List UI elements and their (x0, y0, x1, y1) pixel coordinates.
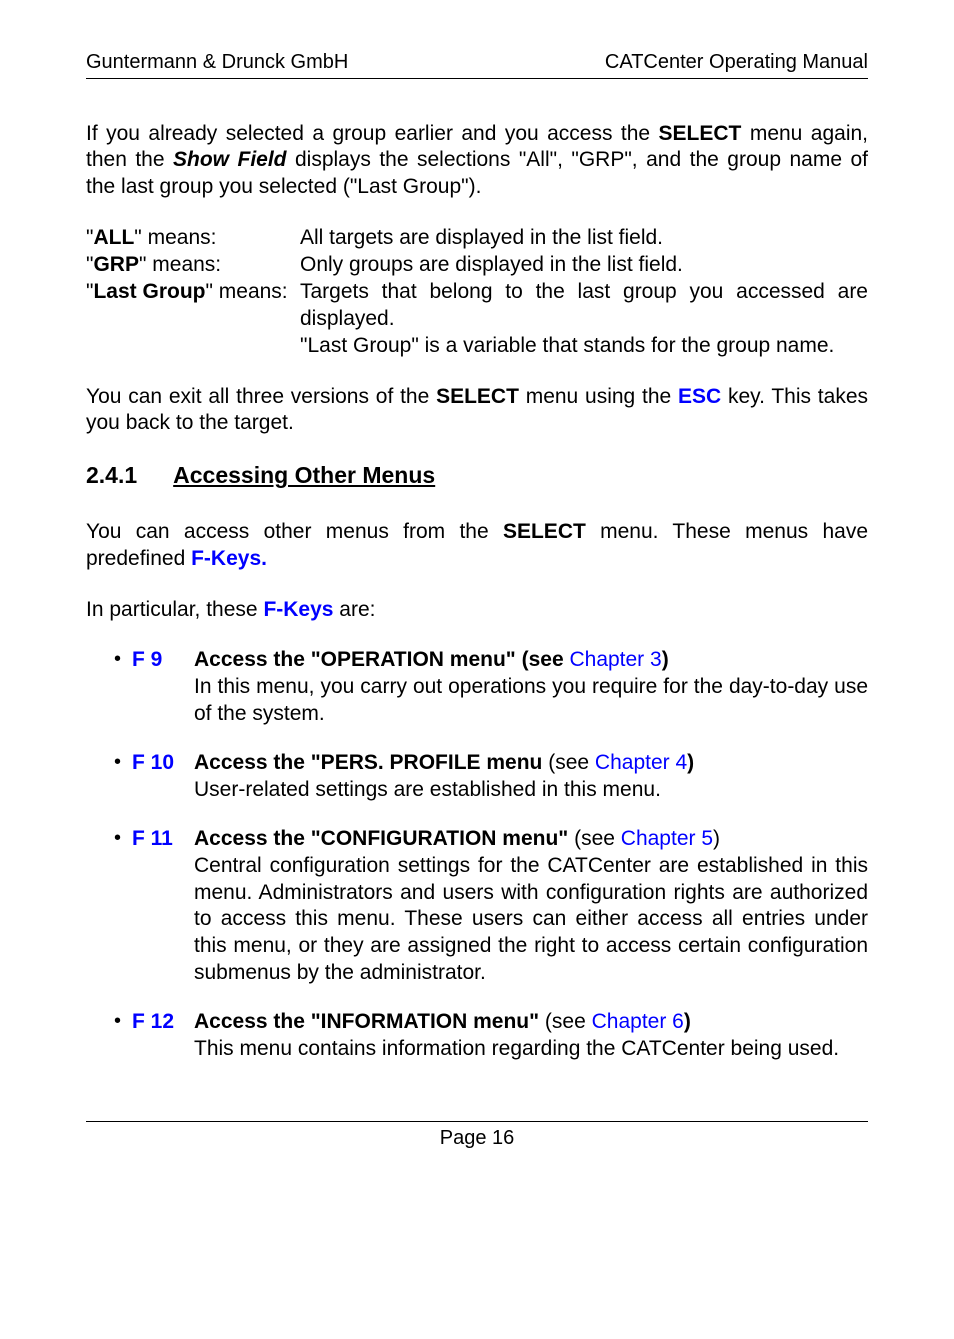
list-item-f10: • F 10 Access the "PERS. PROFILE menu (s… (86, 750, 868, 804)
fkey-label: F 9 (132, 647, 194, 674)
def-desc-all: All targets are displayed in the list fi… (300, 225, 868, 252)
list-item-f12: • F 12 Access the "INFORMATION menu" (se… (86, 1009, 868, 1063)
page-header: Guntermann & Drunck GmbH CATCenter Opera… (86, 50, 868, 79)
fkey-body: Access the "CONFIGURATION menu" (see Cha… (194, 826, 868, 987)
list-item-f9: • F 9 Access the "OPERATION menu" (see C… (86, 647, 868, 728)
page-footer: Page 16 (86, 1121, 868, 1152)
def-desc-last: Targets that belong to the last group yo… (300, 279, 868, 360)
bullet-icon: • (86, 826, 132, 852)
intro-paragraph: If you already selected a group earlier … (86, 121, 868, 202)
bullet-icon: • (86, 1009, 132, 1035)
exit-paragraph: You can exit all three versions of the S… (86, 384, 868, 438)
def-term-all: "ALL" means: (86, 225, 300, 252)
def-term-grp: "GRP" means: (86, 252, 300, 279)
list-item-f11: • F 11 Access the "CONFIGURATION menu" (… (86, 826, 868, 987)
fkey-body: Access the "INFORMATION menu" (see Chapt… (194, 1009, 868, 1063)
bullet-icon: • (86, 750, 132, 776)
definitions-block: "ALL" means: All targets are displayed i… (86, 225, 868, 359)
fkey-body: Access the "OPERATION menu" (see Chapter… (194, 647, 868, 728)
page-number: Page 16 (440, 1127, 515, 1149)
fkey-label: F 12 (132, 1009, 194, 1036)
def-row-all: "ALL" means: All targets are displayed i… (86, 225, 868, 252)
def-row-grp: "GRP" means: Only groups are displayed i… (86, 252, 868, 279)
fkey-label: F 10 (132, 750, 194, 777)
in-particular-paragraph: In particular, these F-Keys are: (86, 597, 868, 624)
def-row-last: "Last Group" means: Targets that belong … (86, 279, 868, 360)
section-number: 2.4.1 (86, 461, 137, 490)
header-left: Guntermann & Drunck GmbH (86, 50, 348, 76)
header-right: CATCenter Operating Manual (605, 50, 868, 76)
section-title: Accessing Other Menus (173, 461, 435, 490)
fkey-list: • F 9 Access the "OPERATION menu" (see C… (86, 647, 868, 1062)
fkey-body: Access the "PERS. PROFILE menu (see Chap… (194, 750, 868, 804)
fkey-label: F 11 (132, 826, 194, 853)
def-term-last: "Last Group" means: (86, 279, 300, 360)
access-paragraph: You can access other menus from the SELE… (86, 519, 868, 573)
section-heading: 2.4.1 Accessing Other Menus (86, 461, 868, 490)
bullet-icon: • (86, 647, 132, 673)
def-desc-grp: Only groups are displayed in the list fi… (300, 252, 868, 279)
